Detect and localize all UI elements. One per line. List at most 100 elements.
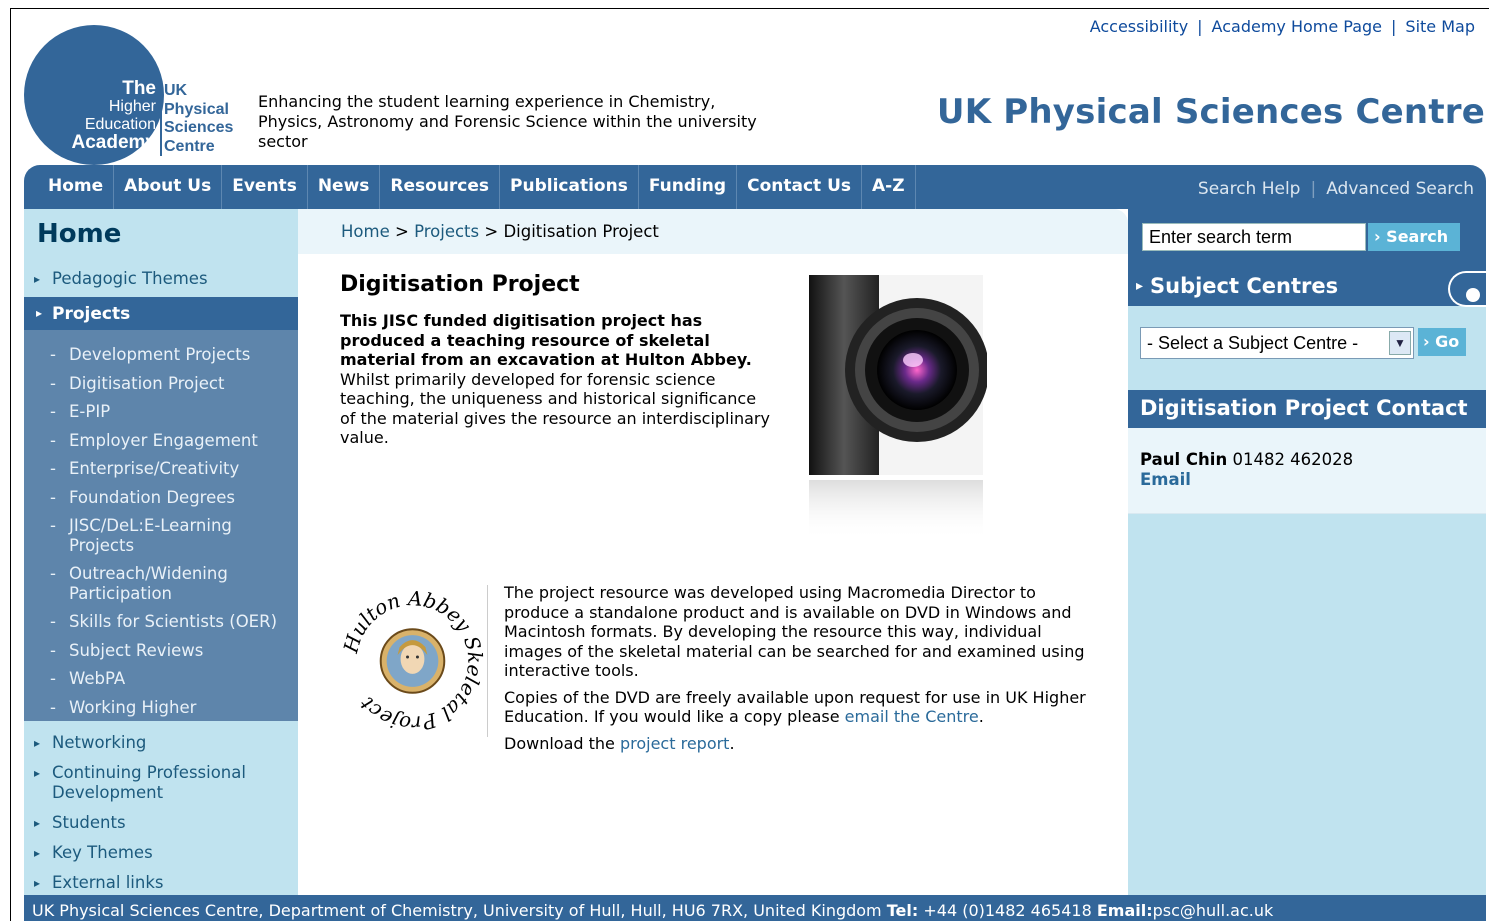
- breadcrumb-bar: Home > Projects > Digitisation Project: [298, 209, 1128, 254]
- hulton-abbey-seal-logo: Hulton Abbey Skeletal Project: [339, 585, 488, 737]
- button-label: Search: [1386, 227, 1449, 246]
- chevron-right-icon: ›: [1423, 332, 1436, 351]
- text: .: [978, 707, 984, 726]
- submenu-label: E-PIP: [69, 402, 111, 421]
- nav-home[interactable]: Home: [38, 165, 115, 209]
- projects-submenu: - Development Projects - Digitisation Proj…: [24, 330, 298, 721]
- project-description: The project resource was developed using…: [504, 583, 1094, 760]
- advanced-search-link[interactable]: Advanced Search: [1326, 179, 1474, 199]
- submenu-label: Employer Engagement: [69, 431, 258, 450]
- dash-icon: -: [50, 431, 56, 450]
- select-value: - Select a Subject Centre -: [1147, 333, 1359, 353]
- breadcrumb-current: Digitisation Project: [503, 222, 659, 241]
- nav-news[interactable]: News: [308, 165, 381, 209]
- site-title[interactable]: UK Physical Sciences Centre: [937, 92, 1485, 132]
- breadcrumb-projects[interactable]: Projects: [414, 222, 479, 241]
- dash-icon: -: [50, 669, 56, 688]
- logo-line: UK: [164, 82, 188, 99]
- nav-contact-us[interactable]: Contact Us: [737, 165, 862, 209]
- email-centre-link[interactable]: email the Centre: [845, 707, 979, 726]
- dash-icon: -: [50, 564, 56, 583]
- left-sidebar: Home ▸ Pedagogic Themes ▸ Projects - Deve…: [24, 209, 298, 895]
- breadcrumb-separator: >: [484, 222, 499, 241]
- logo-line: Centre: [164, 137, 215, 155]
- submenu-label: Enterprise/Creativity: [69, 459, 240, 478]
- dash-icon: -: [50, 345, 56, 364]
- text: Download the: [504, 733, 620, 753]
- main-nav: Home About Us Events News Resources Publ…: [24, 165, 1486, 209]
- footer-email-label: Email:: [1096, 901, 1153, 920]
- camera-lens-image: [809, 275, 987, 540]
- logo-bar: [160, 82, 162, 156]
- dash-icon: -: [50, 488, 56, 507]
- text: Copies of the DVD are freely available u…: [504, 687, 1086, 727]
- search-button[interactable]: › Search: [1368, 223, 1460, 251]
- nav-about-us[interactable]: About Us: [114, 165, 223, 209]
- dot-icon: [1466, 288, 1480, 302]
- sidebar-item-label: Students: [52, 813, 126, 832]
- nav-funding[interactable]: Funding: [639, 165, 738, 209]
- chevron-right-icon: ▸: [1136, 278, 1144, 294]
- paragraph-3: Download the project report.: [504, 734, 1094, 754]
- logo-line: Academy: [71, 132, 157, 153]
- footer-tel-label: Tel:: [886, 901, 919, 920]
- button-label: Go: [1435, 332, 1460, 351]
- dash-icon: -: [50, 516, 56, 535]
- search-help-link[interactable]: Search Help: [1198, 179, 1301, 199]
- dash-icon: -: [50, 698, 56, 717]
- chevron-right-icon: ▸: [34, 766, 41, 780]
- accessibility-link[interactable]: Accessibility: [1090, 17, 1188, 36]
- intro-paragraph: This JISC funded digitisation project ha…: [340, 311, 770, 448]
- chevron-right-icon: ▸: [34, 846, 41, 860]
- footer-tel: +44 (0)1482 465418: [918, 901, 1097, 920]
- nav-events[interactable]: Events: [222, 165, 308, 209]
- chevron-right-icon: ▸: [36, 306, 43, 320]
- submenu-label: WebPA: [69, 669, 126, 688]
- subject-centre-select[interactable]: - Select a Subject Centre - ▼: [1140, 327, 1414, 359]
- project-report-link[interactable]: project report: [620, 734, 729, 753]
- logo-line: Physical: [164, 100, 229, 118]
- submenu-label: JISC/DeL:E-Learning Projects: [69, 516, 232, 555]
- text: .: [729, 733, 735, 753]
- go-button[interactable]: › Go: [1418, 328, 1466, 356]
- footer: UK Physical Sciences Centre, Department …: [24, 895, 1486, 921]
- paragraph-1: The project resource was developed using…: [504, 583, 1085, 680]
- nav-a-z[interactable]: A-Z: [862, 165, 916, 209]
- chevron-right-icon: ›: [1374, 227, 1387, 246]
- sidebar-item-label: External links: [52, 873, 164, 892]
- tagline: Enhancing the student learning experienc…: [258, 92, 757, 151]
- breadcrumb-home[interactable]: Home: [341, 222, 390, 241]
- nav-publications[interactable]: Publications: [500, 165, 639, 209]
- chevron-down-icon[interactable]: ▼: [1389, 331, 1411, 355]
- contact-name-line: Paul Chin 01482 462028: [1140, 450, 1353, 469]
- logo-line: Sciences: [164, 119, 234, 136]
- chevron-right-icon: ▸: [34, 816, 41, 830]
- breadcrumb: Home > Projects > Digitisation Project: [341, 222, 659, 241]
- dash-icon: -: [50, 374, 56, 393]
- chevron-right-icon: ▸: [34, 736, 41, 750]
- academy-home-link[interactable]: Academy Home Page: [1212, 17, 1382, 36]
- section-title: Digitisation Project Contact: [1140, 396, 1468, 420]
- sidebar-item-label: Key Themes: [52, 843, 153, 862]
- chevron-right-icon: ▸: [34, 272, 41, 286]
- dash-icon: -: [50, 459, 56, 478]
- logo-line: Higher: [108, 98, 156, 115]
- nav-resources[interactable]: Resources: [380, 165, 501, 209]
- dash-icon: -: [50, 612, 56, 631]
- dash-icon: -: [50, 402, 56, 421]
- footer-address: UK Physical Sciences Centre, Department …: [32, 901, 887, 920]
- submenu-label: Subject Reviews: [69, 641, 204, 660]
- submenu-label: Foundation Degrees: [69, 488, 235, 507]
- contact-name: Paul Chin: [1140, 450, 1228, 469]
- search-area: Enter search term › Search: [1128, 209, 1486, 268]
- divider: |: [1197, 17, 1203, 36]
- page-title: Digitisation Project: [340, 272, 580, 297]
- divider: |: [1391, 17, 1397, 36]
- submenu-label: Working Higher: [69, 698, 197, 717]
- sidebar-item-projects[interactable]: ▸ Projects: [24, 297, 298, 330]
- search-input[interactable]: Enter search term: [1142, 223, 1366, 251]
- contact-email-link[interactable]: Email: [1140, 470, 1191, 489]
- site-map-link[interactable]: Site Map: [1405, 17, 1475, 36]
- paragraph-2: Copies of the DVD are freely available u…: [504, 688, 1094, 727]
- subject-centres-header: ▸ Subject Centres: [1128, 268, 1488, 307]
